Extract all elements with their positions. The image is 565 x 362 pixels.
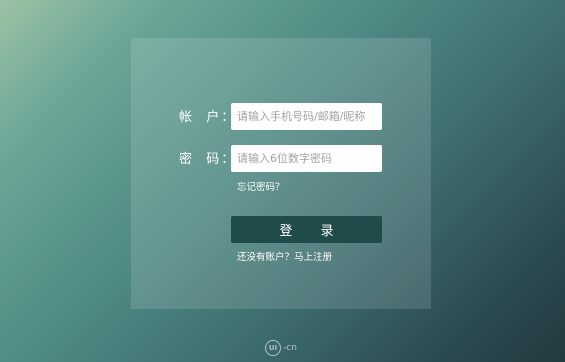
ui-logo-icon: UI [265, 340, 281, 356]
site-logo: UI -cn [265, 340, 297, 356]
account-input[interactable] [231, 103, 382, 130]
register-link[interactable]: 还没有账户？马上注册 [237, 249, 332, 263]
password-label: 密 码： [179, 152, 237, 167]
password-input[interactable] [231, 145, 382, 172]
login-panel: 帐 户： 密 码： 忘记密码？ 登 录 还没有账户？马上注册 [131, 38, 431, 309]
account-label: 帐 户： [179, 110, 237, 125]
logo-text: -cn [283, 343, 297, 353]
login-button[interactable]: 登 录 [231, 216, 382, 243]
forgot-password-link[interactable]: 忘记密码？ [237, 179, 285, 193]
